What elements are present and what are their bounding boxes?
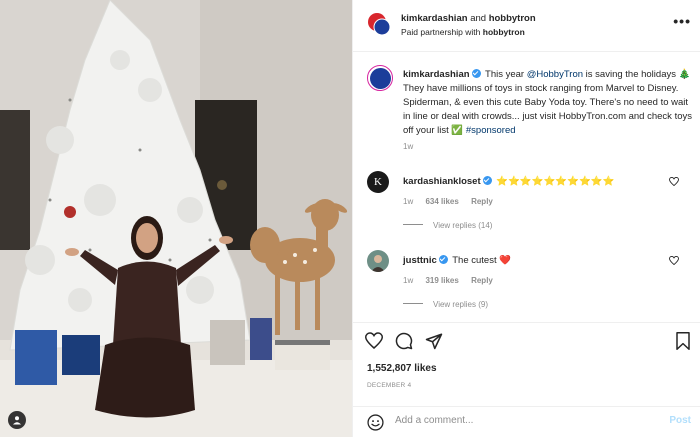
- emoji-icon[interactable]: [367, 414, 384, 431]
- paid-partnership-prefix: Paid partnership with: [401, 27, 481, 37]
- add-comment-bar: Post: [353, 406, 700, 437]
- post-date[interactable]: DECEMBER 4: [367, 382, 411, 389]
- comment-time: 1w: [403, 197, 414, 206]
- view-replies-dash: [403, 303, 423, 304]
- comment-reply-button[interactable]: Reply: [471, 276, 493, 285]
- comments-scroll-area[interactable]: kimkardashian This year @HobbyTron is sa…: [353, 53, 700, 321]
- comment-avatar[interactable]: K: [367, 171, 389, 193]
- header-partner[interactable]: hobbytron: [489, 13, 536, 24]
- verified-icon: [471, 69, 481, 78]
- caption-text-1: This year: [485, 69, 527, 80]
- post-photo-image: [0, 0, 352, 437]
- comment-like-heart-icon[interactable]: [669, 256, 679, 265]
- caption-avatar[interactable]: [367, 65, 393, 91]
- heart-icon[interactable]: [365, 332, 383, 349]
- comment-time: 1w: [403, 276, 414, 285]
- header-username[interactable]: kimkardashian: [401, 13, 468, 24]
- post-header: kimkardashian and hobbytron Paid partner…: [353, 0, 700, 52]
- comment-likes[interactable]: 634 likes: [425, 197, 458, 206]
- post-photo[interactable]: [0, 0, 352, 437]
- view-replies-label: View replies (9): [433, 300, 488, 309]
- comment-reply-button[interactable]: Reply: [471, 197, 493, 206]
- post-actions: 1,552,807 likes DECEMBER 4: [353, 322, 700, 406]
- paid-partnership-partner[interactable]: hobbytron: [483, 27, 525, 37]
- comment-meta: 1w 319 likes Reply: [403, 276, 503, 285]
- paid-partnership-label: Paid partnership with hobbytron: [401, 27, 536, 37]
- header-avatar[interactable]: [367, 12, 391, 36]
- comment-avatar[interactable]: [367, 250, 389, 272]
- header-usernames: kimkardashian and hobbytron: [401, 13, 536, 24]
- caption-time: 1w: [403, 142, 414, 151]
- more-icon: •••: [673, 13, 691, 29]
- view-replies-button[interactable]: View replies (14): [403, 221, 492, 230]
- caption-body: kimkardashian This year @HobbyTron is sa…: [403, 68, 693, 154]
- likes-count[interactable]: 1,552,807 likes: [367, 363, 437, 374]
- comment-username[interactable]: kardashiankloset: [403, 176, 481, 187]
- caption-username[interactable]: kimkardashian: [403, 69, 470, 80]
- verified-icon: [482, 176, 492, 185]
- comment-text: The cutest ❤️: [452, 255, 512, 266]
- post-comment-button[interactable]: Post: [669, 415, 691, 426]
- instagram-post-view: kimkardashian and hobbytron Paid partner…: [0, 0, 700, 437]
- view-replies-button[interactable]: View replies (9): [403, 300, 488, 309]
- tag-user-icon: [13, 416, 21, 425]
- header-text: kimkardashian and hobbytron Paid partner…: [401, 13, 536, 37]
- share-icon[interactable]: [425, 332, 443, 350]
- comment-text: ⭐⭐⭐⭐⭐⭐⭐⭐⭐⭐: [496, 176, 615, 187]
- comment-likes[interactable]: 319 likes: [425, 276, 458, 285]
- caption-mention[interactable]: @HobbyTron: [527, 69, 583, 80]
- comment-username[interactable]: justtnic: [403, 255, 437, 266]
- bookmark-icon[interactable]: [675, 332, 691, 350]
- view-replies-label: View replies (14): [433, 221, 493, 230]
- view-replies-dash: [403, 224, 423, 225]
- tag-user-button[interactable]: [8, 411, 26, 429]
- comment-icon[interactable]: [395, 332, 413, 350]
- comment-body: kardashiankloset ⭐⭐⭐⭐⭐⭐⭐⭐⭐⭐: [403, 175, 673, 188]
- verified-icon: [438, 255, 448, 264]
- comment-like-heart-icon[interactable]: [669, 177, 679, 186]
- header-and: and: [470, 13, 487, 24]
- action-icons: [365, 332, 443, 350]
- add-comment-input[interactable]: [395, 415, 645, 426]
- comment-avatar-letter: K: [374, 176, 382, 188]
- more-options-button[interactable]: •••: [673, 13, 691, 29]
- comment-avatar-image: [367, 250, 389, 272]
- comment-meta: 1w 634 likes Reply: [403, 197, 503, 206]
- post-side-panel: kimkardashian and hobbytron Paid partner…: [352, 0, 700, 437]
- comment-body: justtnic The cutest ❤️: [403, 254, 673, 267]
- caption-hashtag[interactable]: #sponsored: [466, 125, 516, 136]
